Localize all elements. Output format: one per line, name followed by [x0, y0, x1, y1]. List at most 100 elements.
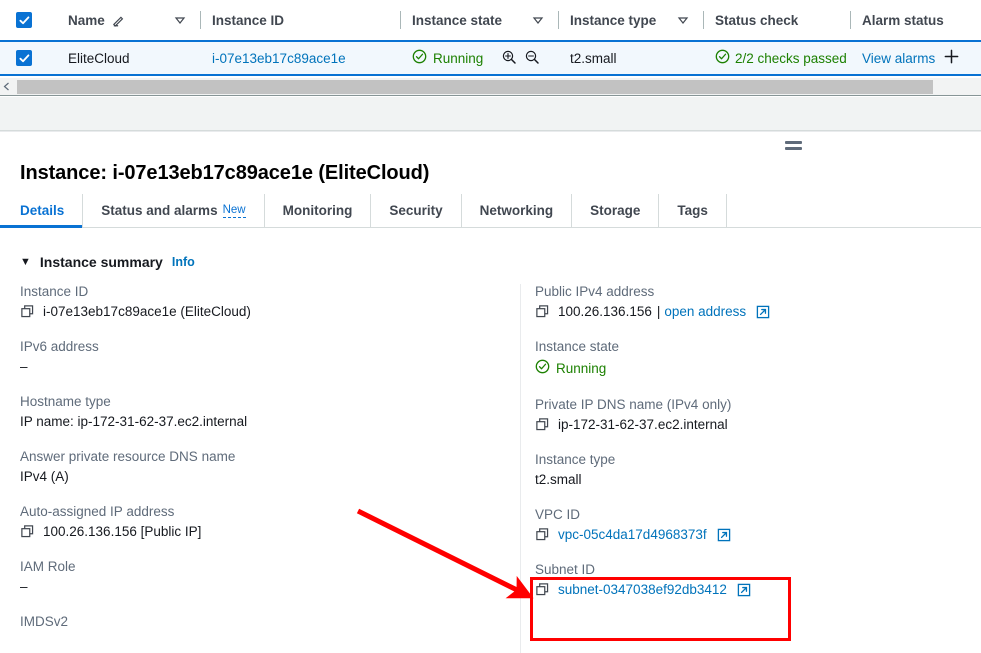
info-link[interactable]: Info	[172, 255, 195, 269]
scrollbar-track[interactable]	[13, 80, 981, 94]
field-iam-role: IAM Role –	[20, 559, 500, 594]
tab-details[interactable]: Details	[0, 194, 83, 227]
field-instance-type-label: Instance type	[535, 452, 965, 467]
open-address-link[interactable]: open address	[664, 304, 746, 319]
cell-instance-type-value: t2.small	[570, 51, 617, 66]
cell-status-check: 2/2 checks passed	[703, 42, 850, 74]
column-divider	[850, 11, 851, 29]
pencil-icon[interactable]	[111, 13, 126, 28]
field-hostname-type-value: IP name: ip-172-31-62-37.ec2.internal	[20, 414, 247, 429]
scroll-left-arrow-icon[interactable]	[0, 82, 13, 91]
field-vpc-id-value-row: vpc-05c4da17d4968373f	[535, 527, 965, 542]
external-link-icon[interactable]	[756, 305, 770, 319]
column-header-instance-id[interactable]: Instance ID	[200, 0, 400, 40]
field-instance-id-value: i-07e13eb17c89ace1e (EliteCloud)	[43, 304, 251, 319]
field-hostname-type-label: Hostname type	[20, 394, 500, 409]
field-instance-state-value-row: Running	[535, 359, 965, 377]
cell-name: EliteCloud	[48, 42, 200, 74]
copy-icon[interactable]	[535, 304, 550, 319]
plus-icon[interactable]	[943, 48, 960, 68]
field-private-ip-dns-name-value-row: ip-172-31-62-37.ec2.internal	[535, 417, 965, 432]
zoom-controls	[501, 49, 540, 68]
column-header-instance-type-label: Instance type	[570, 13, 656, 28]
field-instance-id-label: Instance ID	[20, 284, 500, 299]
copy-icon[interactable]	[20, 304, 35, 319]
page-title: Instance: i-07e13eb17c89ace1e (EliteClou…	[20, 162, 429, 185]
status-check-ok-icon	[715, 49, 730, 67]
cell-instance-state-value: Running	[433, 51, 483, 66]
field-iam-role-value: –	[20, 579, 28, 594]
field-public-ipv4-address: Public IPv4 address 100.26.136.156 | ope…	[535, 284, 965, 319]
select-all-checkbox[interactable]	[16, 12, 32, 28]
field-auto-assigned-ip-label: Auto-assigned IP address	[20, 504, 500, 519]
instance-summary-title: Instance summary	[40, 254, 163, 270]
column-header-instance-state[interactable]: Instance state	[400, 0, 558, 40]
field-subnet-id-value-row: subnet-0347038ef92db3412	[535, 582, 965, 597]
summary-right-column: Public IPv4 address 100.26.136.156 | ope…	[535, 284, 965, 617]
cell-status-check-value: 2/2 checks passed	[735, 51, 847, 66]
magnifier-minus-icon[interactable]	[524, 49, 540, 68]
field-private-ip-dns-name: Private IP DNS name (IPv4 only) ip-172-3…	[535, 397, 965, 432]
instance-id-link[interactable]: i-07e13eb17c89ace1e	[212, 51, 346, 66]
column-divider	[400, 11, 401, 29]
tab-storage[interactable]: Storage	[572, 194, 659, 227]
column-header-name-label: Name	[68, 13, 105, 28]
copy-icon[interactable]	[535, 582, 550, 597]
state-running-icon	[412, 49, 427, 67]
copy-icon[interactable]	[535, 527, 550, 542]
cell-alarm-status: View alarms	[850, 42, 981, 74]
drag-handle-icon[interactable]	[785, 139, 802, 151]
row-select-cell	[0, 42, 48, 74]
scrollbar-thumb[interactable]	[17, 80, 933, 94]
magnifier-plus-icon[interactable]	[501, 49, 517, 68]
tab-security[interactable]: Security	[371, 194, 461, 227]
field-public-ipv4-address-value-row: 100.26.136.156 | open address	[535, 304, 965, 319]
cell-instance-type: t2.small	[558, 42, 703, 74]
column-divider	[703, 11, 704, 29]
sort-icon[interactable]	[174, 14, 186, 26]
table-header-row: Name Instance ID Instance state	[0, 0, 981, 42]
subnet-id-link[interactable]: subnet-0347038ef92db3412	[558, 582, 727, 597]
view-alarms-link[interactable]: View alarms	[862, 51, 935, 66]
table-row[interactable]: EliteCloud i-07e13eb17c89ace1e Running	[0, 42, 981, 76]
copy-icon[interactable]	[535, 417, 550, 432]
tab-status-and-alarms-label: Status and alarms	[101, 203, 217, 218]
table-footer-band	[0, 97, 981, 131]
column-header-status-check[interactable]: Status check	[703, 0, 850, 40]
column-header-name[interactable]: Name	[48, 0, 200, 40]
chevron-down-icon[interactable]: ▼	[20, 257, 31, 268]
field-instance-type-value: t2.small	[535, 472, 582, 487]
tab-details-label: Details	[20, 203, 64, 218]
copy-icon[interactable]	[20, 524, 35, 539]
field-ipv6-address: IPv6 address –	[20, 339, 500, 374]
tab-networking[interactable]: Networking	[462, 194, 573, 227]
tab-monitoring[interactable]: Monitoring	[265, 194, 372, 227]
tab-status-and-alarms[interactable]: Status and alarms New	[83, 194, 264, 227]
column-header-instance-type[interactable]: Instance type	[558, 0, 703, 40]
field-ipv6-address-value: –	[20, 359, 28, 374]
external-link-icon[interactable]	[737, 583, 751, 597]
field-imdsv2-label: IMDSv2	[20, 614, 500, 629]
cell-name-value: EliteCloud	[68, 51, 130, 66]
sort-icon[interactable]	[677, 14, 689, 26]
cell-instance-state: Running	[400, 42, 558, 74]
field-subnet-id-label: Subnet ID	[535, 562, 965, 577]
column-divider	[200, 11, 201, 29]
field-hostname-type: Hostname type IP name: ip-172-31-62-37.e…	[20, 394, 500, 429]
column-header-alarm-status[interactable]: Alarm status	[850, 0, 981, 40]
column-header-instance-state-label: Instance state	[412, 13, 502, 28]
field-auto-assigned-ip-value-row: 100.26.136.156 [Public IP]	[20, 524, 500, 539]
instance-summary-header[interactable]: ▼ Instance summary Info	[20, 254, 195, 270]
detail-tabs: Details Status and alarms New Monitoring…	[0, 194, 981, 228]
field-answer-private-dns: Answer private resource DNS name IPv4 (A…	[20, 449, 500, 484]
ec2-instance-details-page: Name Instance ID Instance state	[0, 0, 981, 653]
vpc-id-link[interactable]: vpc-05c4da17d4968373f	[558, 527, 707, 542]
select-all-header	[0, 0, 48, 40]
external-link-icon[interactable]	[717, 528, 731, 542]
field-answer-private-dns-label: Answer private resource DNS name	[20, 449, 500, 464]
sort-icon[interactable]	[532, 14, 544, 26]
horizontal-scrollbar[interactable]	[0, 78, 981, 96]
tab-tags[interactable]: Tags	[659, 194, 727, 227]
field-instance-type-value-row: t2.small	[535, 472, 965, 487]
row-checkbox[interactable]	[16, 50, 32, 66]
